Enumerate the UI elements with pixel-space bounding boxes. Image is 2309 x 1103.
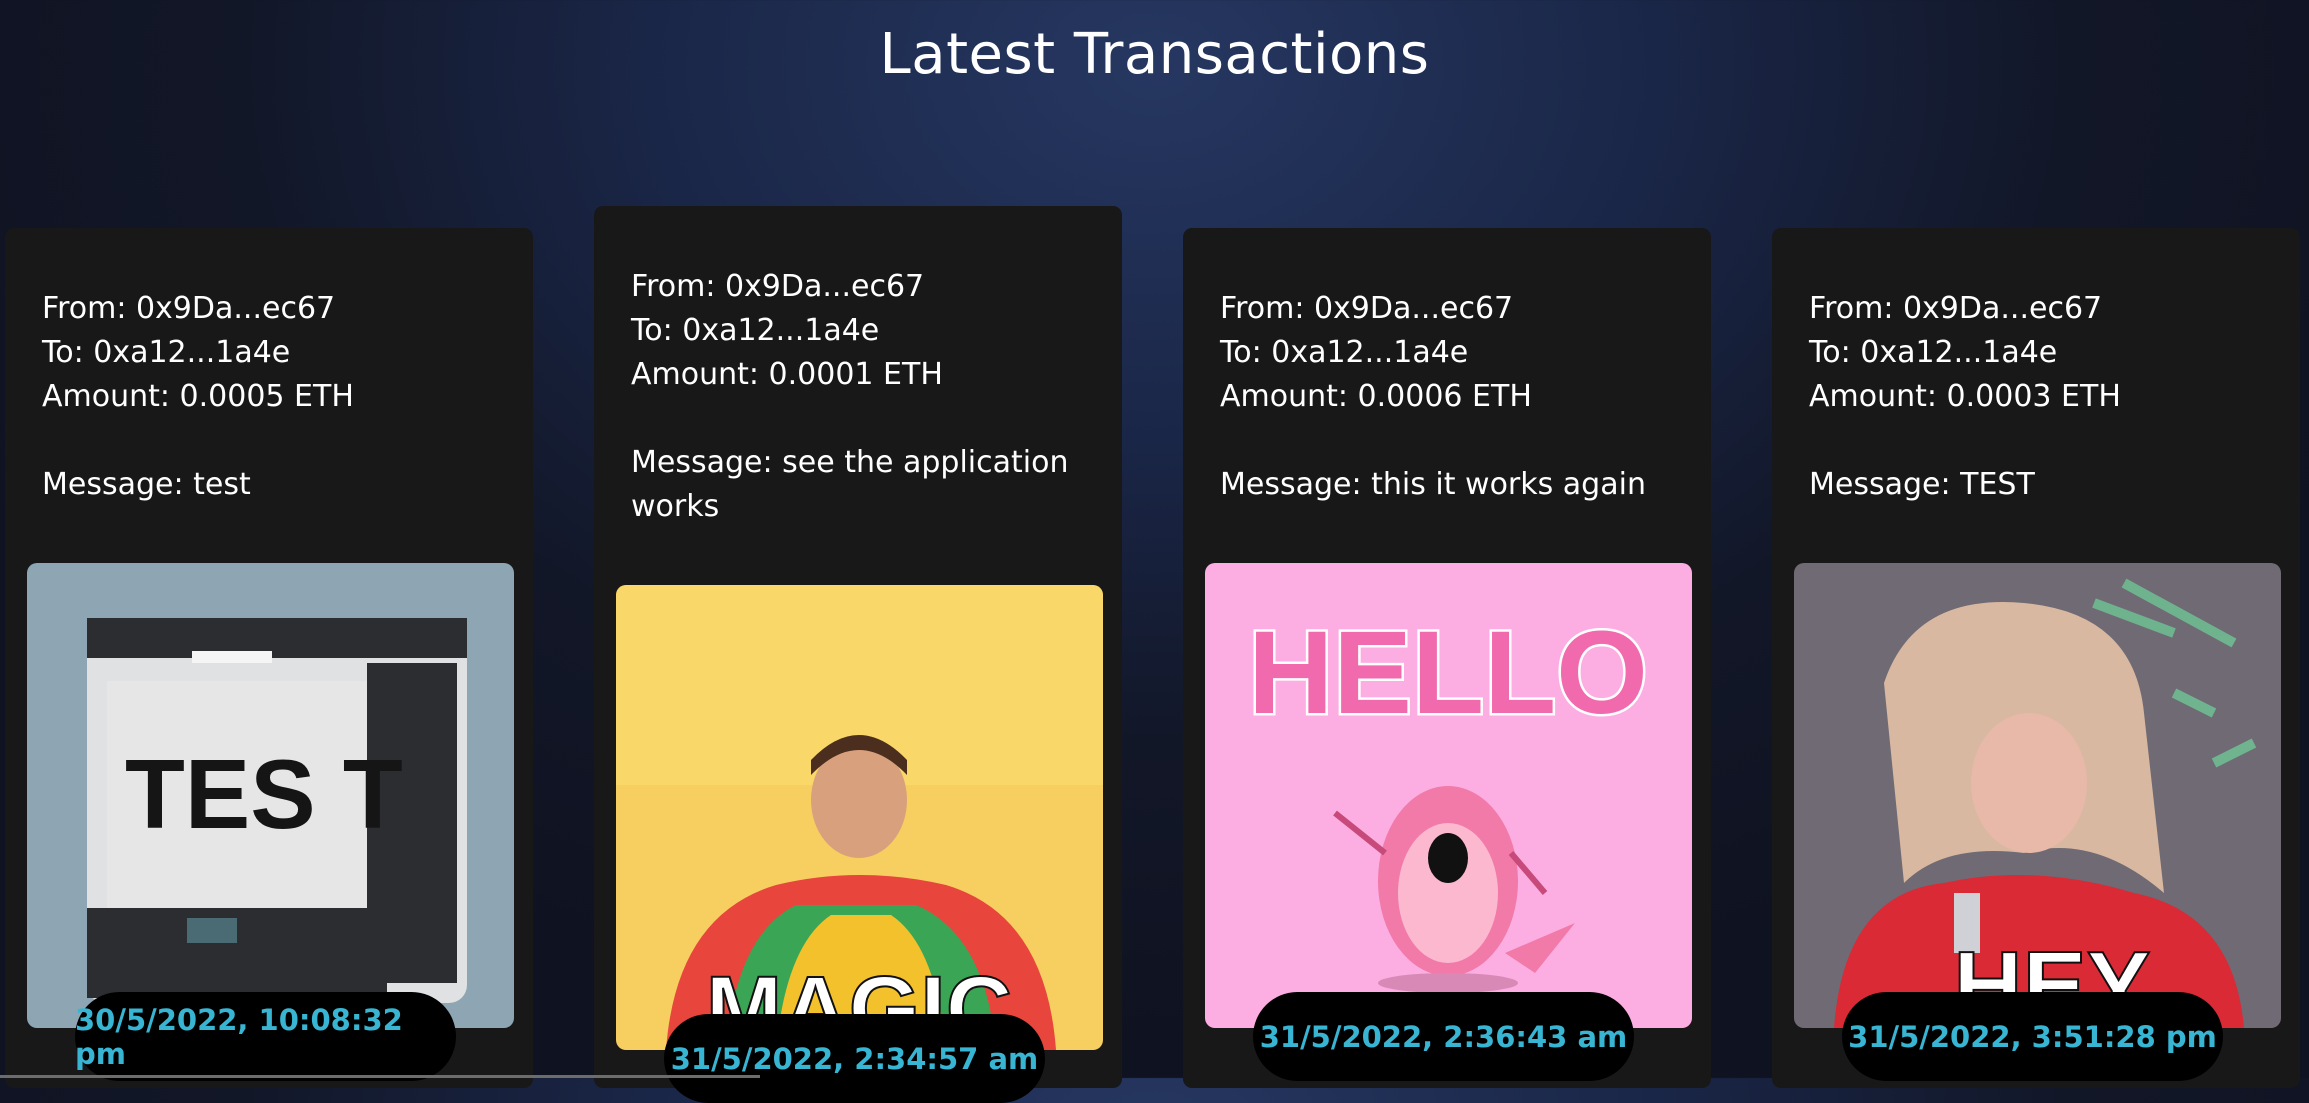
message: Message: TEST [1809,467,2035,502]
transaction-details: From: 0x9Da...ec67 To: 0xa12...1a4e Amou… [631,265,1092,529]
to-address: To: 0xa12...1a4e [631,313,880,348]
amount: Amount: 0.0001 ETH [631,357,943,392]
from-address: From: 0x9Da...ec67 [42,291,336,326]
to-address: To: 0xa12...1a4e [1220,335,1469,370]
transaction-gif-image: TES T [27,563,514,1028]
to-address: To: 0xa12...1a4e [1809,335,2058,370]
amount: Amount: 0.0003 ETH [1809,379,2121,414]
transaction-card: From: 0x9Da...ec67 To: 0xa12...1a4e Amou… [1772,228,2300,1088]
amount: Amount: 0.0005 ETH [42,379,354,414]
from-address: From: 0x9Da...ec67 [1809,291,2103,326]
message: Message: see the application works [631,445,1069,524]
transaction-card: From: 0x9Da...ec67 To: 0xa12...1a4e Amou… [5,228,533,1088]
transaction-details: From: 0x9Da...ec67 To: 0xa12...1a4e Amou… [1220,287,1681,507]
timestamp-badge: 31/5/2022, 3:51:28 pm [1842,992,2223,1081]
transaction-gif-image: HEY [1794,563,2281,1028]
message: Message: test [42,467,251,502]
transaction-gif-image: HELLO [1205,563,1692,1028]
timestamp-badge: 31/5/2022, 2:34:57 am [664,1014,1045,1103]
from-address: From: 0x9Da...ec67 [1220,291,1514,326]
svg-text:HELLO: HELLO [1248,607,1648,739]
page-title: Latest Transactions [879,22,1430,87]
message: Message: this it works again [1220,467,1646,502]
transaction-details: From: 0x9Da...ec67 To: 0xa12...1a4e Amou… [1809,287,2270,507]
transaction-details: From: 0x9Da...ec67 To: 0xa12...1a4e Amou… [42,287,503,507]
transaction-card: From: 0x9Da...ec67 To: 0xa12...1a4e Amou… [594,206,1122,1103]
to-address: To: 0xa12...1a4e [42,335,291,370]
timestamp-badge: 30/5/2022, 10:08:32 pm [75,992,456,1081]
transaction-card: From: 0x9Da...ec67 To: 0xa12...1a4e Amou… [1183,228,1711,1088]
svg-text:TES T: TES T [125,739,403,849]
timestamp-badge: 31/5/2022, 2:36:43 am [1253,992,1634,1081]
amount: Amount: 0.0006 ETH [1220,379,1532,414]
transaction-gif-image: MAGIC [616,585,1103,1050]
from-address: From: 0x9Da...ec67 [631,269,925,304]
